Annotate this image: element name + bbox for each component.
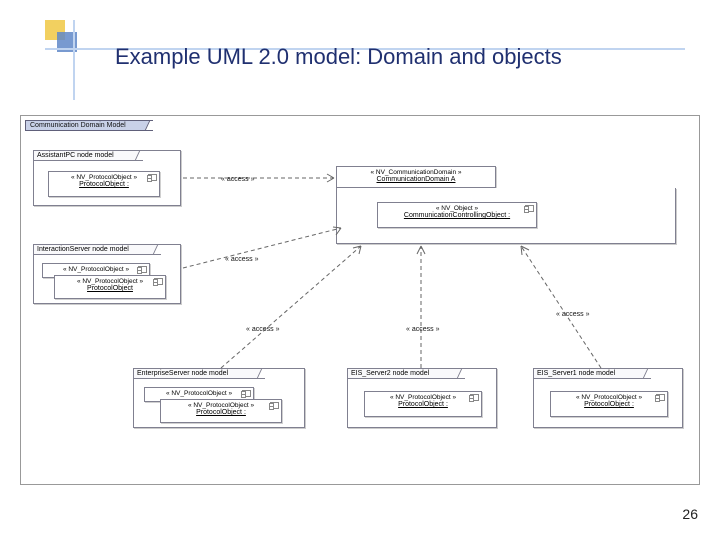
slide-title: Example UML 2.0 model: Domain and object… [115, 44, 562, 70]
frame-domain-body: « NV_Object » CommunicationControllingOb… [336, 188, 676, 244]
slide-corner-decoration [45, 20, 100, 75]
obj-interaction-p2: « NV_ProtocolObject » ProtocolObject [54, 275, 166, 299]
package-label: Communication Domain Model [30, 122, 126, 129]
obj-controller: « NV_Object » CommunicationControllingOb… [377, 202, 537, 228]
frame-tab-eis1: EIS_Server1 node model [533, 368, 651, 379]
frame-tab-enterpriseserver: EnterpriseServer node model [133, 368, 265, 379]
component-icon [148, 174, 157, 181]
frame-tab-eis2: EIS_Server2 node model [347, 368, 465, 379]
component-icon [525, 205, 534, 212]
uml-diagram-canvas: Communication Domain Model AssistantPC n… [20, 115, 700, 485]
component-icon [154, 278, 163, 285]
page-number: 26 [682, 506, 698, 522]
frame-eis2: EIS_Server2 node model « NV_ProtocolObje… [347, 368, 497, 428]
component-icon [656, 394, 665, 401]
frame-tab-assistantpc: AssistantPC node model [33, 150, 143, 161]
relation-label-access-5: « access » [556, 311, 589, 318]
obj-enterprise-p2: « NV_ProtocolObject » ProtocolObject : [160, 399, 282, 423]
relation-label-access-1: « access » [221, 176, 254, 183]
component-icon [138, 266, 147, 273]
package-tab-outer: Communication Domain Model [25, 120, 153, 131]
relation-label-access-4: « access » [406, 326, 439, 333]
frame-eis1: EIS_Server1 node model « NV_ProtocolObje… [533, 368, 683, 428]
frame-interactionserver: InteractionServer node model « NV_Protoc… [33, 244, 181, 304]
component-icon [470, 394, 479, 401]
obj-communication-domain: « NV_CommunicationDomain » Communication… [336, 166, 496, 188]
obj-eis1-protocol: « NV_ProtocolObject » ProtocolObject : [550, 391, 668, 417]
relation-label-access-2: « access » [225, 256, 258, 263]
frame-assistantpc: AssistantPC node model « NV_ProtocolObje… [33, 150, 181, 206]
frame-enterpriseserver: EnterpriseServer node model « NV_Protoco… [133, 368, 305, 428]
obj-eis2-protocol: « NV_ProtocolObject » ProtocolObject : [364, 391, 482, 417]
frame-tab-interactionserver: InteractionServer node model [33, 244, 161, 255]
relation-label-access-3: « access » [246, 326, 279, 333]
component-icon [242, 390, 251, 397]
component-icon [270, 402, 279, 409]
obj-assistantpc-protocol: « NV_ProtocolObject » ProtocolObject : [48, 171, 160, 197]
